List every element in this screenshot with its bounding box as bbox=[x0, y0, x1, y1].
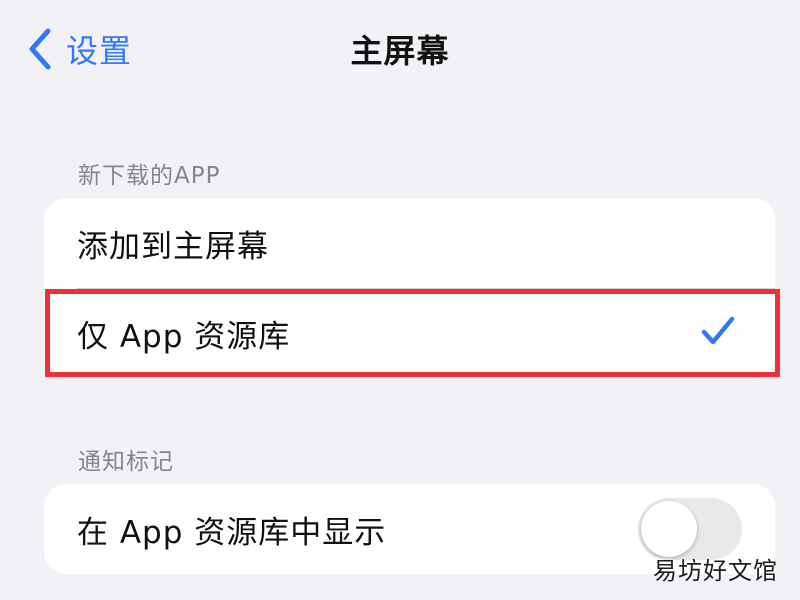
navigation-bar: 设置 主屏幕 bbox=[0, 0, 800, 100]
section-header-notification-badges: 通知标记 bbox=[78, 449, 174, 475]
watermark-text: 易坊好文馆 bbox=[653, 557, 778, 585]
section-header-new-downloads: 新下载的APP bbox=[78, 163, 221, 189]
option-app-library-only[interactable]: 仅 App 资源库 bbox=[44, 288, 775, 378]
checkmark-icon bbox=[701, 316, 735, 350]
home-screen-settings-page: 设置 主屏幕 新下载的APP 添加到主屏幕 仅 App 资源库 通知标记 在 A… bbox=[0, 0, 800, 600]
row-label: 在 App 资源库中显示 bbox=[77, 514, 387, 551]
toggle-knob bbox=[641, 501, 697, 557]
page-title: 主屏幕 bbox=[350, 32, 450, 70]
option-add-to-home-screen[interactable]: 添加到主屏幕 bbox=[44, 198, 775, 288]
option-label: 仅 App 资源库 bbox=[77, 318, 291, 355]
option-label: 添加到主屏幕 bbox=[77, 228, 269, 265]
new-downloads-card: 添加到主屏幕 仅 App 资源库 bbox=[44, 198, 775, 378]
